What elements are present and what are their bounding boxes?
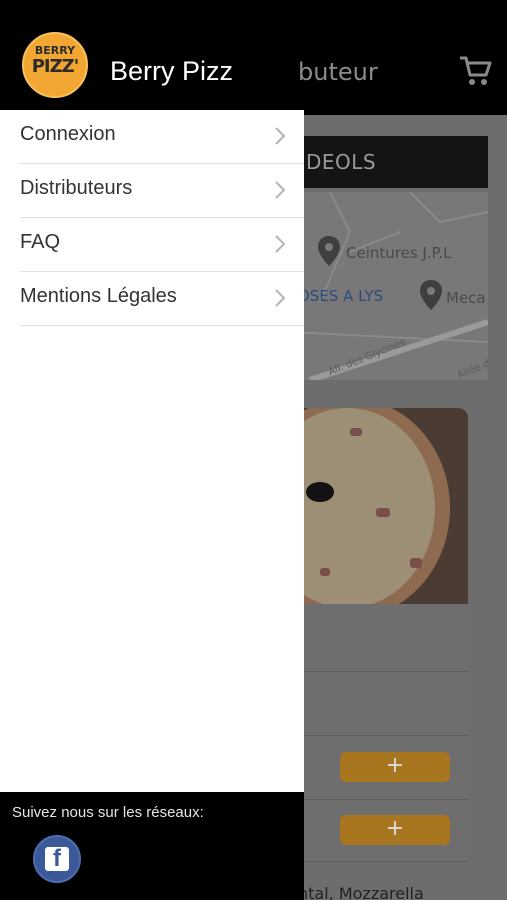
pizza-ham-graphic — [320, 568, 330, 576]
side-drawer: Connexion Distributeurs FAQ Mentions Lég… — [0, 110, 304, 792]
drawer-header: BERRY PIZZ' Berry Pizz — [0, 0, 304, 110]
menu-item-label: Connexion — [20, 123, 116, 145]
menu-item-distributeurs[interactable]: Distributeurs — [20, 164, 304, 218]
pizza-ham-graphic — [350, 428, 362, 436]
facebook-icon[interactable]: f — [33, 835, 81, 883]
pizza-ham-graphic — [376, 508, 390, 517]
app-title: Berry Pizz — [110, 56, 234, 86]
add-to-cart-button[interactable]: + — [340, 815, 450, 845]
brand-logo[interactable]: BERRY PIZZ' — [22, 32, 88, 98]
add-to-cart-button[interactable]: + — [340, 752, 450, 782]
chevron-right-icon — [275, 181, 286, 199]
facebook-letter: f — [53, 845, 61, 872]
logo-text-bottom: PIZZ' — [31, 56, 80, 77]
product-panel — [290, 672, 468, 736]
map-label-roses: OSES A LYS — [298, 287, 384, 305]
product-image[interactable] — [290, 408, 468, 604]
chevron-right-icon — [275, 127, 286, 145]
drawer-footer: Suivez nous sur les réseaux: f — [0, 792, 304, 900]
product-panel — [290, 604, 468, 672]
menu-item-faq[interactable]: FAQ — [20, 218, 304, 272]
map-view[interactable]: Ceintures J.P.L OSES A LYS Meca All. des… — [290, 192, 488, 380]
distributor-header[interactable]: DEOLS — [290, 136, 488, 188]
map-label-ceintures: Ceintures J.P.L — [346, 244, 452, 262]
page-title-behind: buteur — [298, 58, 378, 86]
pizza-olive-graphic — [306, 482, 334, 502]
cart-icon[interactable] — [458, 55, 492, 87]
distributor-name: DEOLS — [306, 150, 377, 174]
menu-item-connexion[interactable]: Connexion — [20, 110, 304, 164]
product-description: ntal, Mozzarella — [298, 884, 424, 900]
chevron-right-icon — [275, 235, 286, 253]
chevron-right-icon — [275, 289, 286, 307]
menu-item-label: FAQ — [20, 231, 61, 253]
menu-item-label: Mentions Légales — [20, 285, 177, 307]
menu-item-mentions-legales[interactable]: Mentions Légales — [20, 272, 304, 326]
map-pin-icon[interactable] — [318, 236, 340, 266]
menu-item-label: Distributeurs — [20, 177, 133, 199]
map-pin-icon[interactable] — [420, 280, 442, 310]
pizza-ham-graphic — [410, 558, 422, 568]
map-label-meca: Meca — [446, 289, 486, 307]
social-follow-text: Suivez nous sur les réseaux: — [12, 804, 204, 821]
facebook-icon-square: f — [45, 845, 69, 872]
